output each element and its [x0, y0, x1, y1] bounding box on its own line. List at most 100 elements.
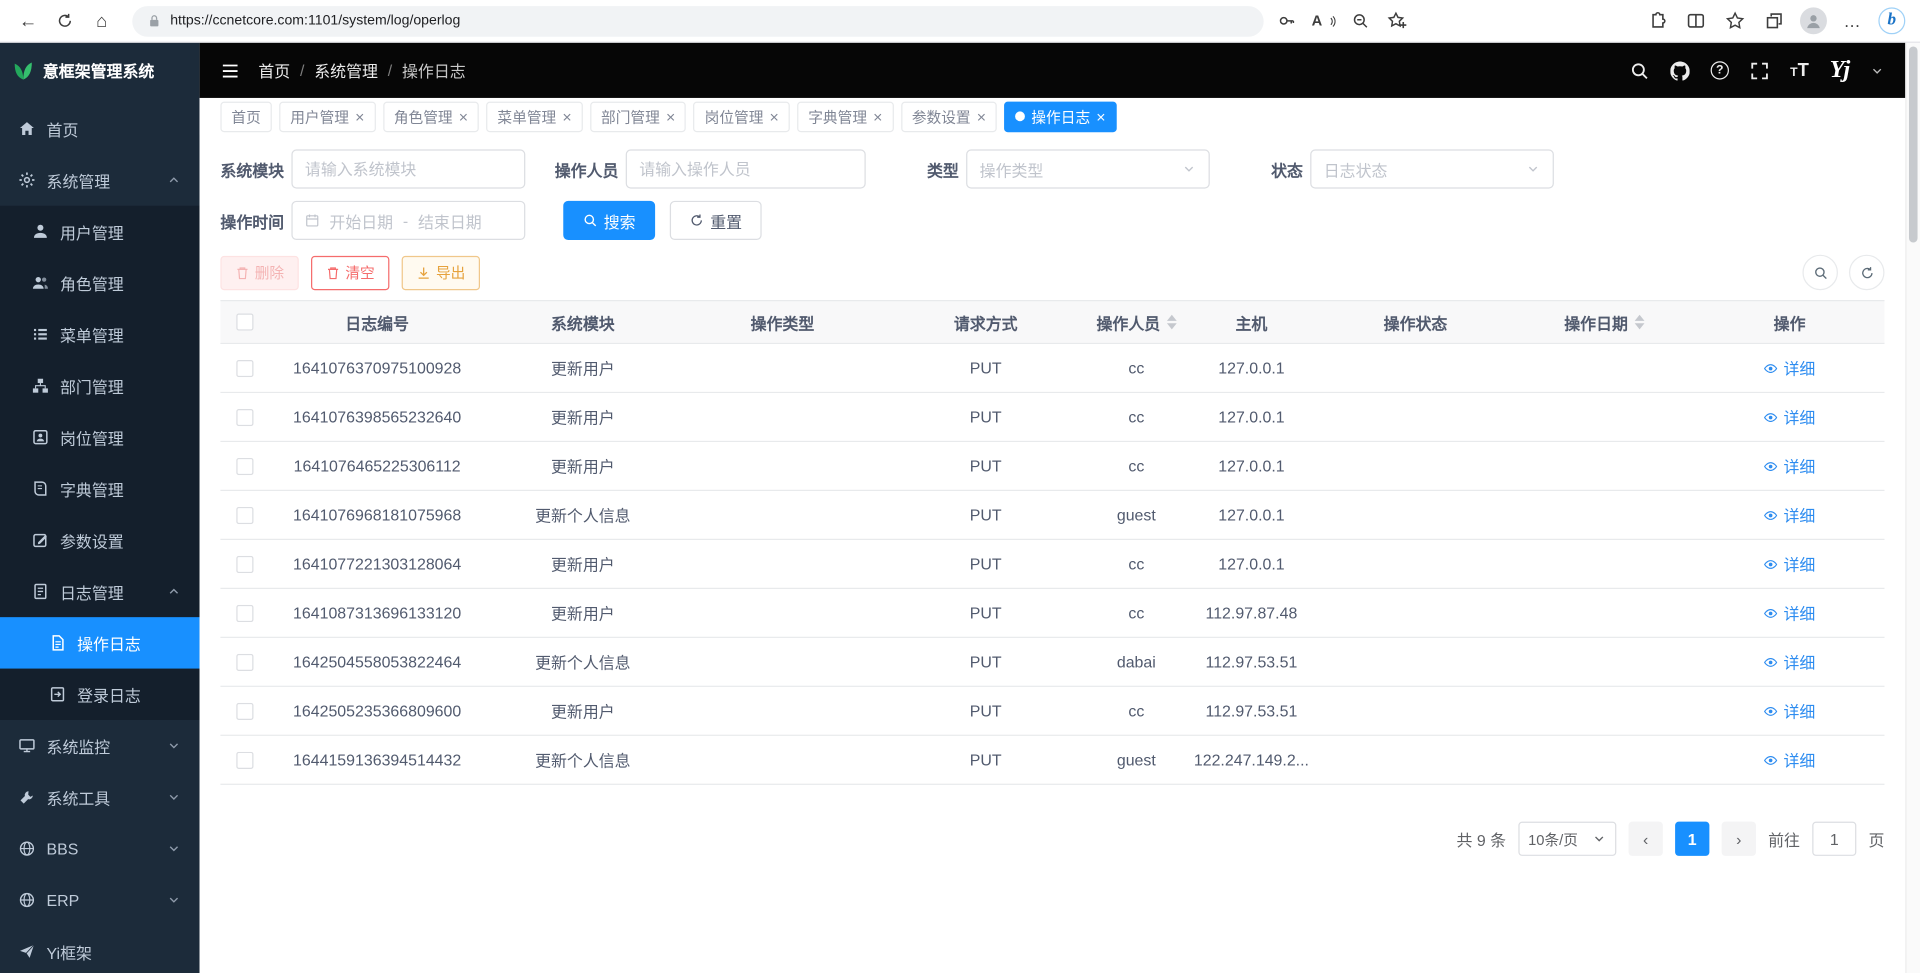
- tab-close-icon[interactable]: ×: [355, 108, 364, 124]
- row-checkbox[interactable]: [236, 408, 253, 425]
- tab[interactable]: 岗位管理 ×: [694, 101, 790, 132]
- sidebar-item-menu-mgmt[interactable]: 菜单管理: [0, 309, 200, 360]
- extensions-icon[interactable]: [1638, 4, 1675, 38]
- sidebar-item-system-mgmt[interactable]: 系统管理: [0, 154, 200, 205]
- select-all-checkbox[interactable]: [236, 313, 253, 330]
- browser-profile-avatar[interactable]: [1795, 4, 1832, 38]
- collections-icon[interactable]: [1756, 4, 1793, 38]
- sort-operator[interactable]: [1166, 315, 1176, 330]
- goto-page-input[interactable]: [1812, 822, 1856, 856]
- detail-link[interactable]: 详细: [1764, 650, 1815, 673]
- sidebar-item-log-mgmt[interactable]: 日志管理: [0, 566, 200, 617]
- favorites-icon[interactable]: [1717, 4, 1754, 38]
- tab[interactable]: 参数设置 ×: [901, 101, 997, 132]
- page-size-select[interactable]: 10条/页: [1518, 822, 1616, 856]
- user-logo[interactable]: Yj: [1830, 56, 1849, 84]
- detail-link[interactable]: 详细: [1764, 405, 1815, 428]
- type-select[interactable]: 操作类型: [966, 149, 1210, 188]
- search-button[interactable]: 搜索: [563, 201, 655, 240]
- sidebar-item-role-mgmt[interactable]: 角色管理: [0, 257, 200, 308]
- sidebar-item-sys-tools[interactable]: 系统工具: [0, 771, 200, 822]
- tab[interactable]: 角色管理 ×: [383, 101, 479, 132]
- row-checkbox[interactable]: [236, 751, 253, 768]
- row-checkbox[interactable]: [236, 359, 253, 376]
- tab[interactable]: 用户管理 ×: [279, 101, 375, 132]
- sidebar-item-sys-monitor[interactable]: 系统监控: [0, 720, 200, 771]
- detail-link[interactable]: 详细: [1764, 601, 1815, 624]
- page-scrollbar[interactable]: [1905, 43, 1920, 973]
- sidebar-item-dept-mgmt[interactable]: 部门管理: [0, 360, 200, 411]
- sidebar-item-home[interactable]: 首页: [0, 103, 200, 154]
- chevron-down-icon[interactable]: [1870, 63, 1885, 78]
- detail-link[interactable]: 详细: [1764, 748, 1815, 771]
- sidebar-item-dict-mgmt[interactable]: 字典管理: [0, 463, 200, 514]
- browser-address-bar[interactable]: https://ccnetcore.com:1101/system/log/op…: [132, 6, 1263, 37]
- add-favorite-icon[interactable]: [1379, 4, 1416, 38]
- sort-date[interactable]: [1634, 315, 1644, 330]
- clear-button[interactable]: 清空: [311, 255, 389, 289]
- fullscreen-icon[interactable]: [1750, 61, 1770, 81]
- sidebar-item-user-mgmt[interactable]: 用户管理: [0, 206, 200, 257]
- row-checkbox[interactable]: [236, 604, 253, 621]
- zoom-out-icon[interactable]: [1342, 4, 1379, 38]
- tab-close-icon[interactable]: ×: [666, 108, 675, 124]
- search-icon[interactable]: [1630, 61, 1650, 81]
- font-size-icon[interactable]: TT: [1790, 60, 1809, 81]
- github-icon[interactable]: [1670, 61, 1690, 81]
- detail-link[interactable]: 详细: [1764, 503, 1815, 526]
- delete-button[interactable]: 删除: [220, 255, 298, 289]
- reset-button[interactable]: 重置: [670, 201, 762, 240]
- tab-close-icon[interactable]: ×: [770, 108, 779, 124]
- sidebar-item-bbs[interactable]: BBS: [0, 823, 200, 874]
- breadcrumb-home[interactable]: 首页: [258, 59, 290, 82]
- table-refresh-button[interactable]: [1849, 255, 1885, 291]
- sidebar-item-oper-log[interactable]: 操作日志: [0, 617, 200, 668]
- sidebar-item-post-mgmt[interactable]: 岗位管理: [0, 411, 200, 462]
- tab-close-icon[interactable]: ×: [873, 108, 882, 124]
- detail-link[interactable]: 详细: [1764, 552, 1815, 575]
- tab-close-icon[interactable]: ×: [1096, 108, 1105, 124]
- detail-link[interactable]: 详细: [1764, 356, 1815, 379]
- sidebar-item-param-settings[interactable]: 参数设置: [0, 514, 200, 565]
- help-icon[interactable]: ?: [1711, 61, 1729, 79]
- date-range-picker[interactable]: 开始日期 - 结束日期: [291, 201, 525, 240]
- tab-close-icon[interactable]: ×: [562, 108, 571, 124]
- table-search-toggle-button[interactable]: [1802, 255, 1838, 291]
- browser-refresh-button[interactable]: [47, 4, 84, 38]
- tab-close-icon[interactable]: ×: [977, 108, 986, 124]
- sidebar-item-erp[interactable]: ERP: [0, 874, 200, 925]
- sidebar-item-login-log[interactable]: 登录日志: [0, 669, 200, 720]
- browser-more-menu[interactable]: …: [1834, 4, 1871, 38]
- row-checkbox[interactable]: [236, 506, 253, 523]
- operator-input[interactable]: [626, 149, 866, 188]
- tab[interactable]: 部门管理 ×: [590, 101, 686, 132]
- row-checkbox[interactable]: [236, 555, 253, 572]
- row-checkbox[interactable]: [236, 653, 253, 670]
- scrollbar-thumb[interactable]: [1909, 47, 1918, 243]
- split-screen-icon[interactable]: [1678, 4, 1715, 38]
- password-key-icon[interactable]: [1269, 4, 1306, 38]
- row-checkbox[interactable]: [236, 457, 253, 474]
- bing-copilot-icon[interactable]: b: [1873, 4, 1910, 38]
- sidebar-collapse-button[interactable]: [220, 61, 240, 81]
- browser-back-button[interactable]: ←: [10, 4, 47, 38]
- page-1-button[interactable]: 1: [1675, 822, 1709, 856]
- tab[interactable]: 字典管理 ×: [797, 101, 893, 132]
- module-input[interactable]: [291, 149, 525, 188]
- row-checkbox[interactable]: [236, 702, 253, 719]
- type-label: 类型: [927, 157, 959, 180]
- detail-link[interactable]: 详细: [1764, 454, 1815, 477]
- tab-close-icon[interactable]: ×: [459, 108, 468, 124]
- read-aloud-icon[interactable]: A: [1305, 4, 1342, 38]
- next-page-button[interactable]: ›: [1722, 822, 1756, 856]
- sidebar-item-yi-framework[interactable]: Yi框架: [0, 926, 200, 973]
- tab[interactable]: 首页: [220, 101, 271, 132]
- tab[interactable]: 操作日志 ×: [1004, 101, 1116, 132]
- browser-home-button[interactable]: ⌂: [83, 4, 120, 38]
- status-select[interactable]: 日志状态: [1310, 149, 1554, 188]
- breadcrumb-system-mgmt[interactable]: 系统管理: [314, 59, 378, 82]
- export-button[interactable]: 导出: [402, 255, 480, 289]
- detail-link[interactable]: 详细: [1764, 699, 1815, 722]
- prev-page-button[interactable]: ‹: [1629, 822, 1663, 856]
- tab[interactable]: 菜单管理 ×: [486, 101, 582, 132]
